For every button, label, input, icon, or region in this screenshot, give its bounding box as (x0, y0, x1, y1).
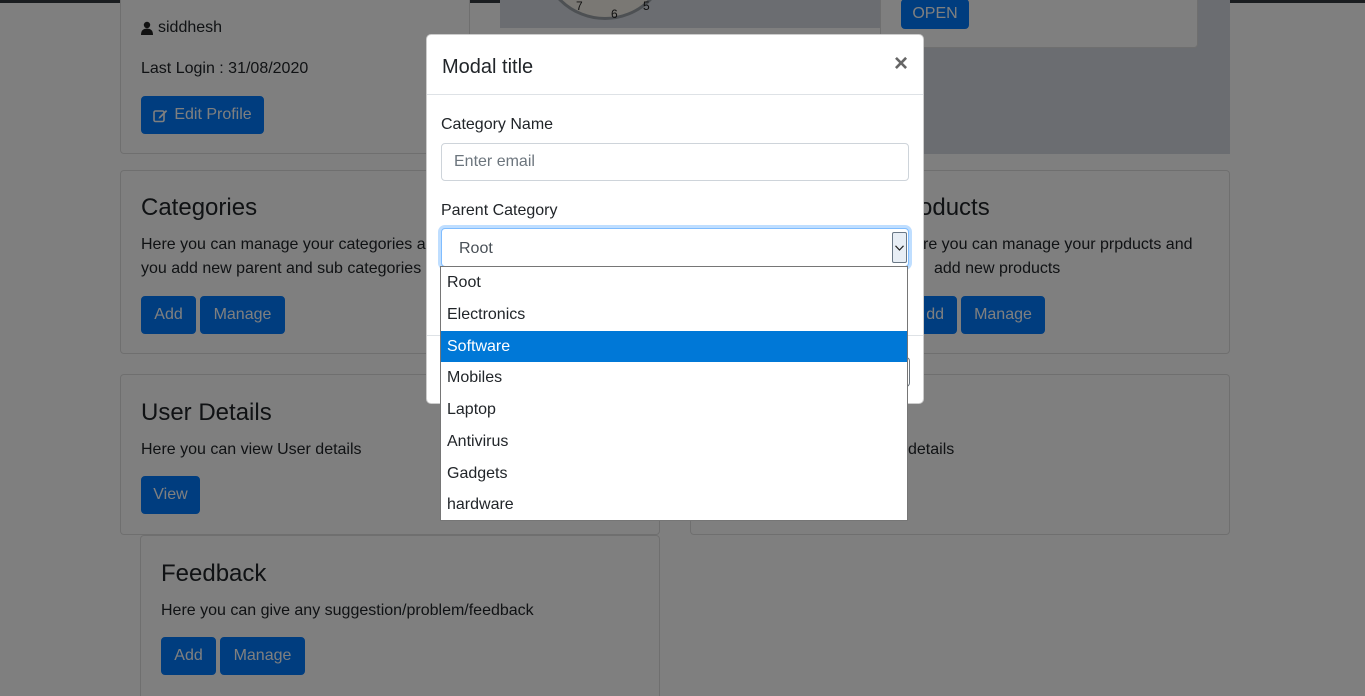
dropdown-option[interactable]: Mobiles (441, 362, 907, 394)
dropdown-option[interactable]: Root (441, 267, 907, 299)
parent-category-value: Root (459, 240, 493, 257)
chevron-down-icon[interactable] (892, 232, 907, 263)
dropdown-option[interactable]: Electronics (441, 299, 907, 331)
dropdown-option[interactable]: hardware (441, 489, 907, 521)
category-name-label: Category Name (441, 116, 554, 133)
close-icon[interactable]: × (891, 51, 911, 77)
dropdown-option[interactable]: Software (441, 330, 907, 363)
dropdown-option[interactable]: Gadgets (441, 458, 907, 490)
parent-category-dropdown: Root Electronics Software Mobiles Laptop… (440, 266, 908, 521)
modal-header: Modal title × (427, 35, 923, 95)
dropdown-option[interactable]: Laptop (441, 394, 907, 426)
category-name-input[interactable] (441, 143, 909, 181)
modal-title: Modal title (442, 56, 534, 78)
parent-category-select[interactable]: Root (441, 228, 909, 267)
parent-category-label: Parent Category (441, 202, 558, 219)
dropdown-option[interactable]: Antivirus (441, 426, 907, 458)
